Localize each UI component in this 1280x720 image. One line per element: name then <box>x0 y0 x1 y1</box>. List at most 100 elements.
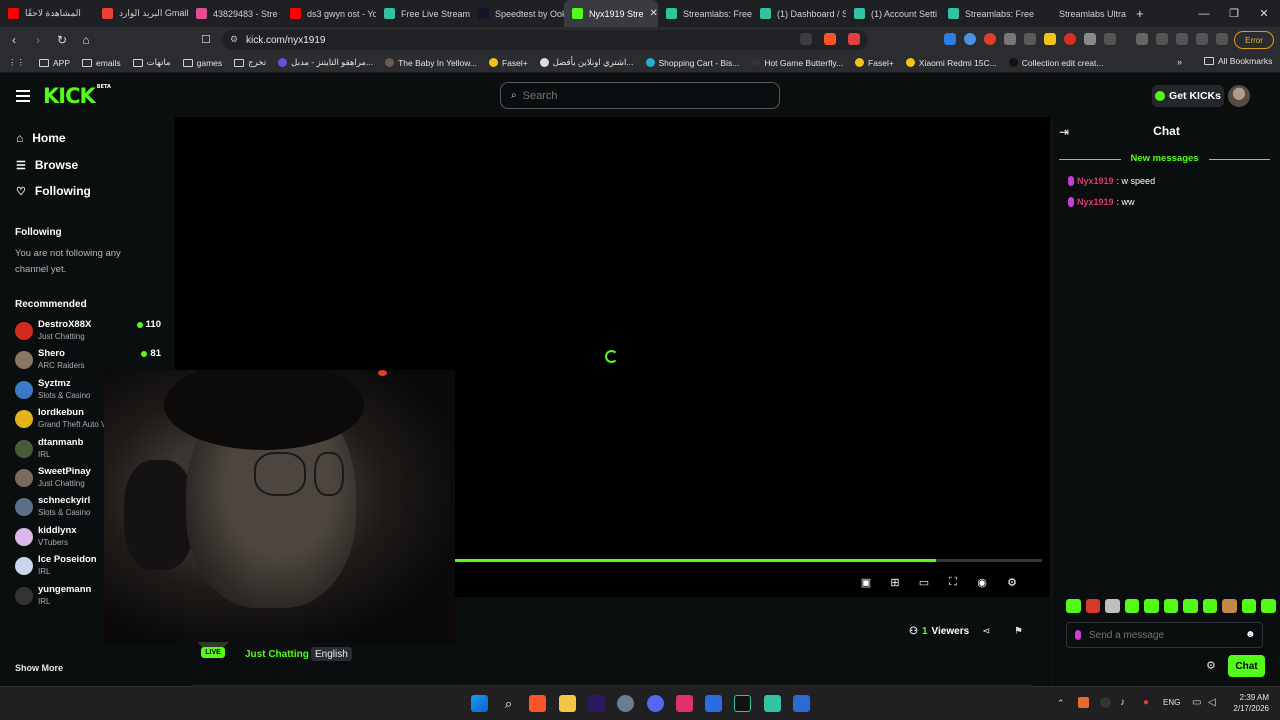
theater-mode-icon[interactable]: ▭ <box>917 575 931 589</box>
chat-input-box[interactable]: ☻ <box>1066 622 1263 648</box>
nav-following[interactable]: ♡ Following <box>16 184 91 198</box>
store-icon[interactable] <box>705 695 722 712</box>
bookmark-item[interactable]: games <box>182 58 222 68</box>
emote-icon[interactable] <box>1261 599 1277 613</box>
microphone-icon[interactable]: ● <box>1143 697 1149 708</box>
hamburger-menu-icon[interactable] <box>16 90 30 102</box>
emote-icon[interactable] <box>1241 599 1257 613</box>
report-icon[interactable]: ⚑ <box>1012 625 1025 638</box>
emote-icon[interactable] <box>1066 599 1081 613</box>
emoji-icon[interactable]: ☻ <box>1245 629 1256 640</box>
menu-icon[interactable] <box>1216 33 1228 45</box>
file-explorer-icon[interactable] <box>559 695 576 712</box>
extension-icon[interactable] <box>1104 33 1116 45</box>
search-icon[interactable]: ⌕ <box>500 695 517 712</box>
browser-tab[interactable]: ds3 gwyn ost - Yo <box>282 0 376 27</box>
volume-icon[interactable]: ♪ <box>1120 697 1125 708</box>
extension-icon[interactable] <box>984 33 996 45</box>
settings-icon[interactable] <box>617 695 634 712</box>
bookmark-item[interactable]: مراهقو التايتنز - مدبل... <box>278 57 373 68</box>
close-tab-icon[interactable]: ✕ <box>650 8 658 19</box>
all-bookmarks-button[interactable]: All Bookmarks <box>1204 56 1272 66</box>
discord-icon[interactable] <box>647 695 664 712</box>
user-avatar[interactable] <box>1228 85 1250 107</box>
obs-icon[interactable] <box>734 695 751 712</box>
bookmark-item[interactable]: APP <box>39 58 70 68</box>
after-effects-icon[interactable] <box>588 695 605 712</box>
chat-username[interactable]: Nyx1919 <box>1077 176 1114 186</box>
home-icon[interactable]: ⌂ <box>76 30 96 50</box>
browser-tab[interactable]: Streamlabs Ultra <box>1034 0 1128 27</box>
bookmark-page-icon[interactable]: ☐ <box>201 33 211 46</box>
bookmark-item[interactable]: اشتري اونلاين بأفضل... <box>539 57 634 68</box>
browser-tab[interactable]: Streamlabs: Free <box>658 0 752 27</box>
browser-tab[interactable]: Nyx1919 Stre ✕ <box>564 0 658 27</box>
share-icon[interactable]: ⋖ <box>980 625 993 638</box>
browser-tab[interactable]: Streamlabs: Free <box>940 0 1034 27</box>
wallet-icon[interactable] <box>1176 33 1188 45</box>
minimize-button[interactable]: — <box>1188 0 1220 27</box>
stream-category-link[interactable]: Just Chatting <box>245 649 309 660</box>
media-icon[interactable] <box>1136 33 1148 45</box>
emote-icon[interactable] <box>1105 599 1120 613</box>
progress-bar[interactable] <box>455 559 1042 562</box>
search-box[interactable]: ⌕ <box>500 82 780 109</box>
extension-icon[interactable] <box>1064 33 1076 45</box>
close-window-button[interactable]: ✕ <box>1248 0 1280 27</box>
bookmark-item[interactable]: Xiaomi Redmi 15C... <box>905 58 997 68</box>
chat-message-input[interactable] <box>1089 629 1219 641</box>
bookmark-item[interactable]: The Baby In Yellow... <box>385 58 477 68</box>
chat-username[interactable]: Nyx1919 <box>1077 197 1114 207</box>
site-info-icon[interactable]: ⚙ <box>230 34 238 45</box>
fullscreen-icon[interactable]: ⛶ <box>946 575 960 589</box>
webcam-preview[interactable] <box>104 370 455 642</box>
browser-tab[interactable]: 43829483 - Stre <box>188 0 282 27</box>
emote-icon[interactable] <box>1085 599 1101 613</box>
restore-button[interactable]: ❐ <box>1218 0 1250 27</box>
puzzle-icon[interactable] <box>1084 33 1096 45</box>
url-bar[interactable]: ⚙ kick.com/nyx1919 <box>222 30 868 50</box>
get-kicks-button[interactable]: Get KICKs <box>1152 85 1224 107</box>
emote-icon[interactable] <box>1202 599 1218 613</box>
emote-icon[interactable] <box>1124 599 1140 613</box>
mini-player-icon[interactable]: ▣ <box>859 575 873 589</box>
reload-icon[interactable]: ↻ <box>52 30 72 50</box>
emote-icon[interactable] <box>1222 599 1237 613</box>
bookmark-item[interactable]: Fasel+ <box>855 58 894 68</box>
more-bookmarks-icon[interactable]: » <box>1177 57 1182 67</box>
kick-logo[interactable]: KICK BETA <box>43 84 111 108</box>
emote-icon[interactable] <box>1183 599 1198 613</box>
emote-icon[interactable] <box>1163 599 1179 613</box>
show-more-button[interactable]: Show More <box>15 663 63 673</box>
search-input[interactable] <box>522 89 763 102</box>
brave-browser-icon[interactable] <box>529 695 546 712</box>
tray-app-icon[interactable] <box>1078 697 1089 708</box>
brave-rewards-icon[interactable] <box>848 33 860 45</box>
extension-icon[interactable] <box>964 33 976 45</box>
extension-icon[interactable] <box>1024 33 1036 45</box>
language-tag[interactable]: English <box>311 647 352 661</box>
apps-grid-icon[interactable]: ⋮⋮ <box>8 57 25 68</box>
nav-home[interactable]: ⌂ Home <box>16 131 66 145</box>
nav-browse[interactable]: ☰ Browse <box>16 158 78 172</box>
settings-gear-icon[interactable]: ⚙ <box>1005 575 1019 589</box>
browser-tab[interactable]: (1) Account Setti <box>846 0 940 27</box>
tray-app-icon[interactable] <box>1100 697 1111 708</box>
playback-icon[interactable]: ◉ <box>975 575 989 589</box>
emote-icon[interactable] <box>1144 599 1159 613</box>
leo-icon[interactable] <box>1196 33 1208 45</box>
forward-icon[interactable]: › <box>28 30 48 50</box>
clip-icon[interactable]: ⊞ <box>888 575 902 589</box>
tray-overflow-icon[interactable]: ⌃ <box>1057 698 1065 709</box>
new-tab-icon[interactable]: + <box>1128 6 1152 21</box>
app-icon[interactable] <box>676 695 693 712</box>
bookmark-item[interactable]: Fasel+ <box>488 58 528 68</box>
bookmark-item[interactable]: Shopping Cart - Bis... <box>645 58 739 68</box>
speaker-icon[interactable]: ◁ <box>1208 697 1216 708</box>
extension-icon[interactable] <box>1004 33 1016 45</box>
extension-icon[interactable] <box>1044 33 1056 45</box>
error-button[interactable]: Error <box>1234 31 1274 49</box>
system-clock[interactable]: 2:39 AM 2/17/2026 <box>1225 692 1269 714</box>
browser-tab[interactable]: (1) Dashboard / S <box>752 0 846 27</box>
extension-icon[interactable] <box>944 33 956 45</box>
